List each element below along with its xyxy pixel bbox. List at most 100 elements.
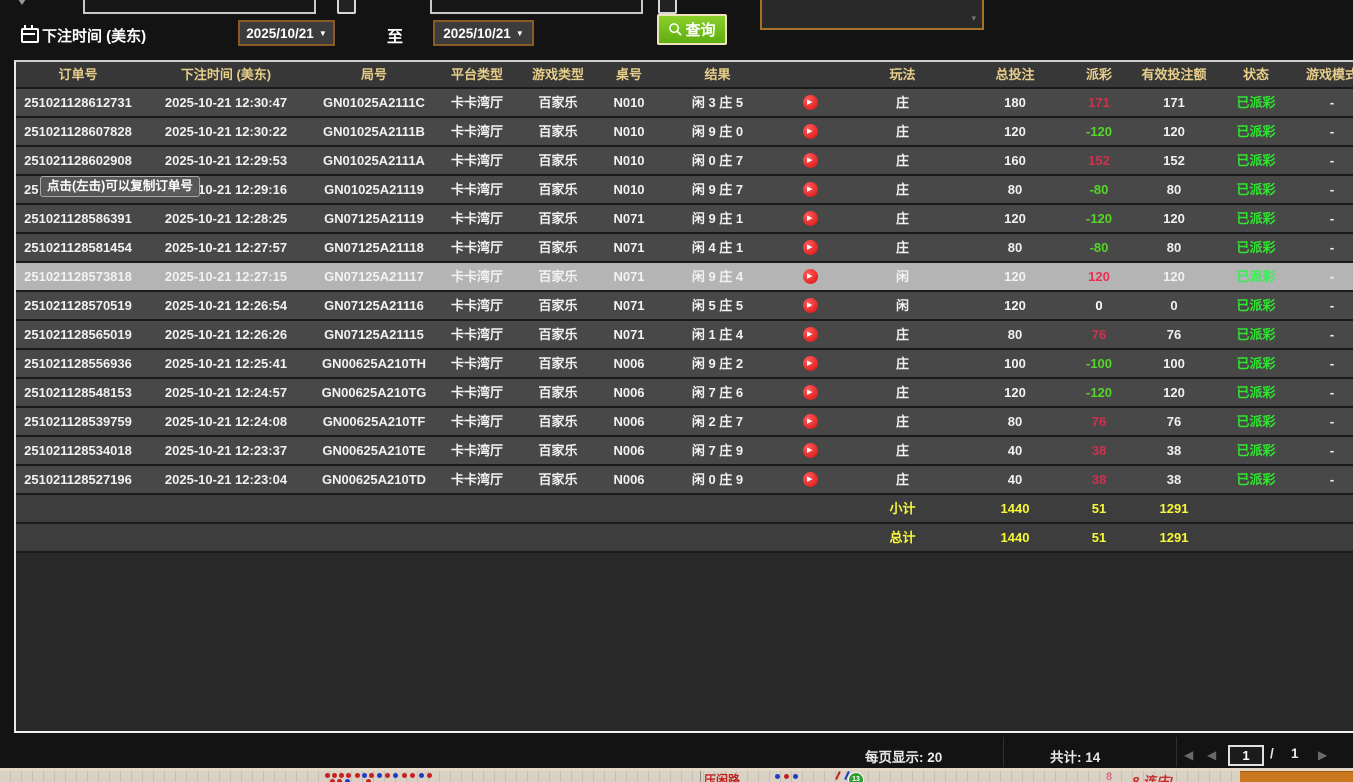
video-play-icon[interactable] [803,472,818,487]
cell-game-type: 百家乐 [518,408,598,435]
table-row[interactable]: 251021128556936 2025-10-21 12:25:41 GN00… [16,350,1353,379]
video-play-icon[interactable] [803,95,818,110]
cell-game-mode: - [1292,321,1353,348]
video-play-icon[interactable] [803,182,818,197]
cell-game-type: 百家乐 [518,466,598,493]
video-play-icon[interactable] [803,240,818,255]
table-row[interactable]: 251021128612731 2025-10-21 12:30:47 GN01… [16,89,1353,118]
cell-order-number[interactable]: 251021128581454 [16,234,140,261]
video-play-icon[interactable] [803,443,818,458]
cell-table-number: N010 [598,176,660,203]
cell-status: 已派彩 [1220,466,1292,493]
cell-play-type: 庄 [845,205,960,232]
cell-order-number[interactable]: 251021128565019 [16,321,140,348]
query-button[interactable]: 查询 [657,14,727,45]
video-play-icon[interactable] [803,414,818,429]
cell-valid-bet: 80 [1128,176,1220,203]
cell-video [775,408,845,435]
road-label: 压闲路 [704,771,740,782]
table-row[interactable]: 251021128581454 2025-10-21 12:27:57 GN07… [16,234,1353,263]
page-total: 1 [1291,746,1299,761]
roadmap-dot [410,773,415,778]
cell-platform: 卡卡湾厅 [436,350,518,377]
table-row[interactable]: 251021128548153 2025-10-21 12:24:57 GN00… [16,379,1353,408]
cell-bet-time: 2025-10-21 12:26:26 [140,321,312,348]
cell-order-number[interactable]: 251021128570519 [16,292,140,319]
header-result: 结果 [660,62,775,87]
table-row[interactable]: 251021128573818 2025-10-21 12:27:15 GN07… [16,263,1353,292]
table-row[interactable]: 251021128565019 2025-10-21 12:26:26 GN07… [16,321,1353,350]
cell-valid-bet: 120 [1128,118,1220,145]
prev-page-arrow-icon[interactable]: ◀ [1207,748,1216,762]
table-row[interactable]: 251021128586391 2025-10-21 12:28:25 GN07… [16,205,1353,234]
cell-total-bet: 120 [960,118,1070,145]
table-body: 251021128612731 2025-10-21 12:30:47 GN01… [16,89,1353,495]
cell-order-number[interactable]: 251021128534018 [16,437,140,464]
cell-result: 闲 9 庄 1 [660,205,775,232]
cell-game-mode: - [1292,176,1353,203]
footer-divider [1176,737,1177,767]
cell-bet-time: 2025-10-21 12:24:57 [140,379,312,406]
table-row[interactable]: 251021128607828 2025-10-21 12:30:22 GN01… [16,118,1353,147]
table-row[interactable]: 251021128534018 2025-10-21 12:23:37 GN00… [16,437,1353,466]
search-icon [668,22,683,37]
calendar-mini-icon-1[interactable] [337,0,356,14]
table-row[interactable]: 25 2025-10-21 12:29:16 GN01025A21119 卡卡湾… [16,176,1353,205]
cell-game-type: 百家乐 [518,350,598,377]
caret-down-icon: ▼ [516,29,524,38]
cell-order-number[interactable]: 251021128573818 [16,263,140,290]
cell-platform: 卡卡湾厅 [436,437,518,464]
table-row[interactable]: 251021128539759 2025-10-21 12:24:08 GN00… [16,408,1353,437]
roadmap-dot [325,773,330,778]
cell-video [775,176,845,203]
cell-status: 已派彩 [1220,379,1292,406]
table-row[interactable]: 251021128602908 2025-10-21 12:29:53 GN01… [16,147,1353,176]
cell-order-number[interactable]: 251021128527196 [16,466,140,493]
subtotal-total-bet: 1440 [960,495,1070,522]
page-input[interactable]: 1 [1228,745,1264,766]
top-dropdown[interactable]: ▾ [760,0,984,30]
table-row[interactable]: 251021128527196 2025-10-21 12:23:04 GN00… [16,466,1353,495]
table-row[interactable]: 251021128570519 2025-10-21 12:26:54 GN07… [16,292,1353,321]
cell-order-number[interactable]: 251021128612731 [16,89,140,116]
cell-valid-bet: 100 [1128,350,1220,377]
video-play-icon[interactable] [803,298,818,313]
calendar-mini-icon-2[interactable] [658,0,677,14]
roadmap-dot [419,773,424,778]
video-play-icon[interactable] [803,124,818,139]
cell-result: 闲 9 庄 7 [660,176,775,203]
cell-total-bet: 100 [960,350,1070,377]
cell-order-number[interactable]: 251021128586391 [16,205,140,232]
top-input-2[interactable] [430,0,643,14]
video-play-icon[interactable] [803,327,818,342]
video-play-icon[interactable] [803,356,818,371]
cell-order-number[interactable]: 251021128556936 [16,350,140,377]
cell-payout: -100 [1070,350,1128,377]
video-play-icon[interactable] [803,269,818,284]
video-play-icon[interactable] [803,211,818,226]
cell-order-number[interactable]: 251021128548153 [16,379,140,406]
video-play-icon[interactable] [803,385,818,400]
cell-order-number[interactable]: 251021128607828 [16,118,140,145]
roadmap-dot [362,773,367,778]
cell-game-mode: - [1292,89,1353,116]
cell-game-type: 百家乐 [518,379,598,406]
cell-order-number[interactable]: 251021128539759 [16,408,140,435]
cell-game-type: 百家乐 [518,292,598,319]
cell-bet-time: 2025-10-21 12:30:22 [140,118,312,145]
cell-platform: 卡卡湾厅 [436,408,518,435]
cell-game-mode: - [1292,466,1353,493]
date-to-picker[interactable]: 2025/10/21▼ [433,20,534,46]
cell-order-number[interactable]: 251021128602908 [16,147,140,174]
cell-status: 已派彩 [1220,321,1292,348]
cell-round-number: GN01025A21119 [312,176,436,203]
header-game: 游戏类型 [518,62,598,87]
next-page-arrow-icon[interactable]: ▶ [1318,748,1327,762]
cell-table-number: N071 [598,263,660,290]
date-from-picker[interactable]: 2025/10/21▼ [238,20,335,46]
top-input-1[interactable] [83,0,316,14]
video-play-icon[interactable] [803,153,818,168]
first-page-arrow-icon[interactable]: ◀ [1184,748,1193,762]
roadmap-dot [393,773,398,778]
cell-table-number: N071 [598,205,660,232]
